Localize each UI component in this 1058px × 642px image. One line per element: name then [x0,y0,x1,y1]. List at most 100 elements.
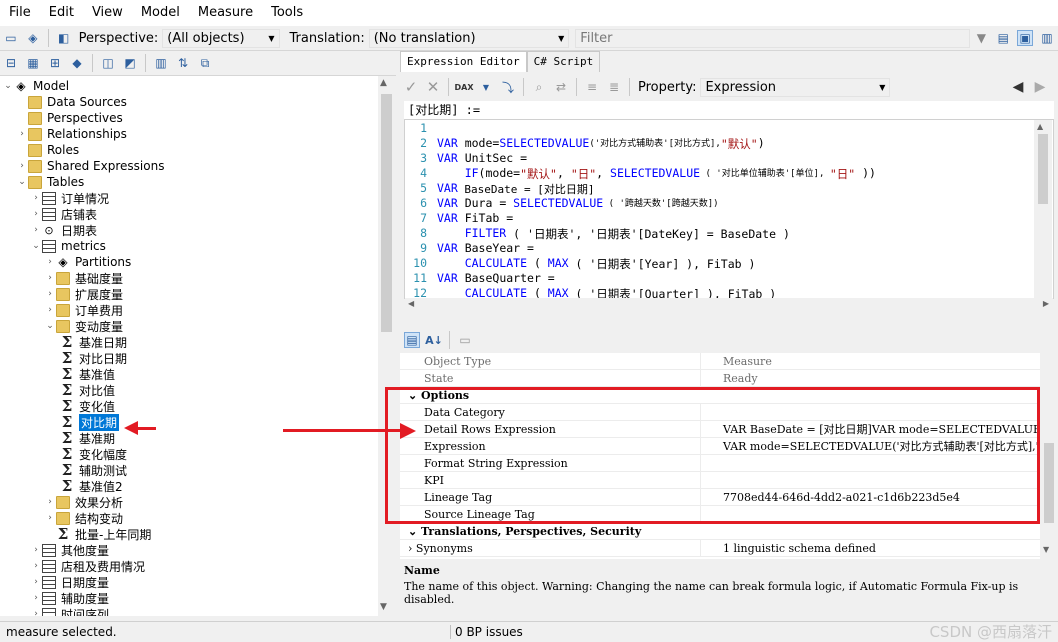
tree-node-partitions[interactable]: › ◈ Partitions [44,254,131,270]
tree-node-roles[interactable]: Roles [16,142,79,158]
editor-horizontal-scrollbar[interactable]: ◀ ▶ [405,298,1053,313]
tree-node-folder[interactable]: › 扩展度量 [44,286,123,302]
categorized-icon[interactable]: ▤ [404,332,420,348]
scroll-left-icon[interactable]: ◀ [408,299,414,308]
tree-node-measure[interactable]: Σ 基准期 [60,429,115,447]
filter-tree-icon[interactable]: ⧉ [197,55,213,71]
tree-node-table[interactable]: › 辅助度量 [30,590,109,606]
scroll-thumb[interactable] [381,94,392,332]
cube-icon[interactable]: ◆ [69,55,85,71]
back-icon[interactable]: ◀ [1010,79,1026,95]
chevron-down-icon[interactable]: ▼ [478,79,494,95]
tree-node-measure[interactable]: Σ 变化值 [60,397,115,415]
scroll-up-icon[interactable]: ▲ [1037,122,1043,131]
code-line: 1 [420,121,427,135]
dax-format-icon[interactable]: DAX [455,79,474,95]
scroll-up-icon[interactable]: ▲ [380,78,387,88]
property-grid-scrollbar[interactable]: ▼ [1040,353,1058,559]
tree-node-folder[interactable]: › 结构变动 [44,510,123,526]
chevron-right-icon[interactable]: › [408,542,416,555]
tree-node-table[interactable]: › 店铺表 [30,206,97,222]
tree-node-measure[interactable]: Σ 基准日期 [60,333,127,351]
property-row[interactable]: › Synonyms 1 linguistic schema defined [400,540,1040,557]
tree-node-table-metrics[interactable]: ⌄ metrics [30,238,106,254]
tree-node-measure[interactable]: Σ 对比值 [60,381,115,399]
code-editor[interactable]: 1 2 VAR mode= SELECTEDVALUE ('对比方式辅助表'[对比方式… [404,119,1054,299]
menu-model[interactable]: Model [132,0,189,26]
columns-icon[interactable]: ▥ [153,55,169,71]
tree-node-table[interactable]: › 时间序列 [30,606,109,616]
chevron-down-icon[interactable]: ⌄ [408,525,421,538]
tree-node-relationships[interactable]: › Relationships [16,126,127,142]
search-icon[interactable]: ⌕ [531,79,547,95]
layout-alt-icon[interactable]: ▥ [1039,30,1055,46]
layout-icon[interactable]: ▤ [995,30,1011,46]
property-row[interactable]: State Ready [400,370,1040,387]
scroll-right-icon[interactable]: ▶ [1043,299,1049,308]
tree-node-measure[interactable]: Σ 变化幅度 [60,445,127,463]
status-bp-issues[interactable]: 0 BP issues [450,624,523,639]
replace-icon[interactable]: ⇄ [553,79,569,95]
filter-input[interactable]: Filter [575,28,971,48]
tree-node-shared-expressions[interactable]: › Shared Expressions [16,158,164,174]
tree-node-data-sources[interactable]: Data Sources [16,94,127,110]
tab-expression-editor[interactable]: Expression Editor [400,51,527,72]
tree-node-folder[interactable]: › 订单费用 [44,302,123,318]
tree-node-table[interactable]: › 店租及费用情况 [30,558,145,574]
tree-node-table[interactable]: › ⊙ 日期表 [30,222,97,238]
insert-icon[interactable]: ⤵ [500,79,516,95]
funnel-icon[interactable]: ▼ [973,30,989,46]
scroll-thumb[interactable] [1038,134,1048,204]
tree-node-measure[interactable]: Σ 对比日期 [60,349,127,367]
scroll-down-icon[interactable]: ▼ [380,602,387,612]
tree-node-tables[interactable]: ⌄ Tables [16,174,84,190]
property-pages-icon[interactable]: ▭ [457,332,473,348]
forward-icon[interactable]: ▶ [1032,79,1048,95]
menu-tools[interactable]: Tools [262,0,312,26]
alphabetical-icon[interactable]: A↓ [425,332,443,348]
menu-measure[interactable]: Measure [189,0,262,26]
tree-toolbar: ⊟ ▦ ⊞ ◆ ◫ ◩ ▥ ⇅ ⧉ [0,51,396,76]
tree-node-measure[interactable]: Σ 辅助测试 [60,461,127,479]
menu-file[interactable]: File [0,0,40,26]
hierarchy-icon[interactable]: ⊞ [47,55,63,71]
connect-icon[interactable]: ◧ [56,30,72,46]
tree-node-table[interactable]: › 订单情况 [30,190,109,206]
tree-node-folder[interactable]: › 基础度量 [44,270,123,286]
tree-node-perspectives[interactable]: Perspectives [16,110,123,126]
tree-scrollbar[interactable]: ▲ ▼ [378,76,395,616]
tree-node-measure[interactable]: Σ 基准值2 [60,477,123,495]
tree-node-folder[interactable]: › 效果分析 [44,494,123,510]
translation-select[interactable]: (No translation) ▼ [368,28,570,48]
tab-csharp-script[interactable]: C# Script [526,51,601,72]
tree-node-table[interactable]: › 其他度量 [30,542,109,558]
layout-active-icon[interactable]: ▣ [1017,30,1034,46]
open-icon[interactable]: ▭ [3,30,19,46]
comment-icon[interactable]: ≡ [584,79,600,95]
menu-view[interactable]: View [83,0,132,26]
deploy-icon[interactable]: ◈ [25,30,41,46]
accept-icon[interactable]: ✓ [403,78,419,96]
property-category-translations[interactable]: ⌄ Translations, Perspectives, Security [400,523,1040,540]
property-select[interactable]: Expression ▼ [700,77,891,97]
property-row[interactable]: Object Type Measure [400,353,1040,370]
property-description: Name The name of this object. Warning: C… [400,560,1058,620]
tree-node-measure[interactable]: Σ 基准值 [60,365,115,383]
tree-node-measure[interactable]: Σ 批量-上年同期 [44,525,152,543]
tree-node-folder-open[interactable]: ⌄ 变动度量 [44,318,123,334]
uncomment-icon[interactable]: ≣ [606,79,622,95]
scroll-thumb[interactable] [1044,443,1054,523]
display-folder-icon[interactable]: ◩ [122,55,138,71]
cancel-icon[interactable]: ✕ [425,78,441,96]
tree-node-table[interactable]: › 日期度量 [30,574,109,590]
hidden-icon[interactable]: ◫ [100,55,116,71]
tree-node-model[interactable]: ⌄ ◈ Model [2,78,69,94]
editor-vertical-scrollbar[interactable]: ▲ [1034,120,1052,298]
perspective-select[interactable]: (All objects) ▼ [162,28,280,48]
expand-icon[interactable]: ⊟ [3,55,19,71]
sort-icon[interactable]: ⇅ [175,55,191,71]
menu-edit[interactable]: Edit [40,0,83,26]
tree-node-measure-selected[interactable]: Σ 对比期 [60,413,120,431]
table-view-icon[interactable]: ▦ [25,55,41,71]
scroll-down-icon[interactable]: ▼ [1043,545,1049,554]
